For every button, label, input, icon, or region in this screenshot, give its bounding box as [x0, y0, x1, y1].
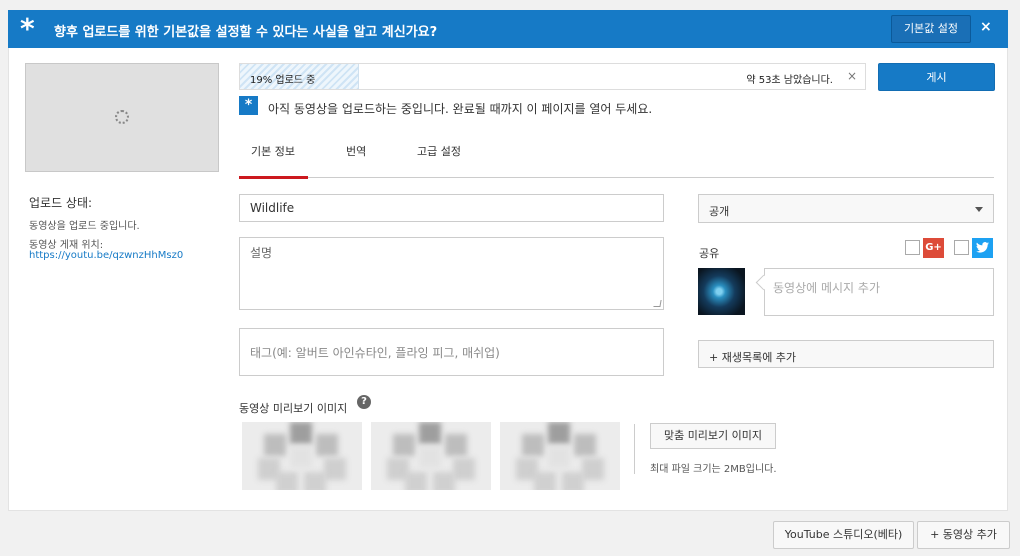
tab-bar: 기본 정보 번역 고급 설정	[239, 128, 994, 179]
description-placeholder: 설명	[250, 246, 273, 260]
avatar	[698, 268, 745, 315]
tab-translation[interactable]: 번역	[346, 143, 366, 159]
asterisk-icon: *	[20, 12, 35, 45]
thumbnail-blur-block	[316, 434, 338, 456]
video-thumbnail-placeholder	[25, 63, 219, 172]
thumbnail-blur-block	[393, 434, 415, 456]
thumbnail-blur-block	[290, 446, 312, 468]
thumbnail-blur-block	[290, 422, 312, 444]
google-plus-icon: G+	[923, 238, 944, 258]
add-video-button[interactable]: + 동영상 추가	[917, 521, 1010, 549]
progress-label: 19% 업로드 중	[250, 75, 316, 86]
help-icon[interactable]: ?	[357, 395, 371, 409]
thumbnail-blur-block	[548, 422, 570, 444]
thumbnail-blur-block	[276, 472, 298, 490]
custom-thumbnail-button[interactable]: 맞춤 미리보기 이미지	[650, 423, 776, 449]
thumbnail-blur-block	[324, 458, 346, 480]
title-input[interactable]: Wildlife	[239, 194, 664, 222]
loading-spinner-icon	[115, 110, 129, 124]
tags-input[interactable]: 태그(예: 알버트 아인슈타인, 플라잉 피그, 매쉬업)	[239, 328, 664, 376]
thumbnail-blur-block	[304, 472, 326, 490]
chevron-down-icon	[975, 207, 983, 212]
upload-card: 업로드 상태: 동영상을 업로드 중입니다. 동영상 게재 위치: https:…	[8, 48, 1008, 511]
info-banner: * 향후 업로드를 위한 기본값을 설정할 수 있다는 사실을 알고 계신가요?…	[8, 10, 1008, 48]
thumbnail-blur-block	[548, 446, 570, 468]
thumbnail-blur-block	[534, 472, 556, 490]
privacy-value: 공개	[709, 205, 730, 218]
twitter-icon	[972, 238, 993, 258]
gplus-share-checkbox[interactable]	[905, 240, 920, 255]
upload-progress-bar: 19% 업로드 중 약 53초 남았습니다. ×	[239, 63, 866, 90]
banner-message: 향후 업로드를 위한 기본값을 설정할 수 있다는 사실을 알고 계신가요?	[54, 25, 438, 40]
publish-button[interactable]: 게시	[878, 63, 995, 91]
thumbnail-blur-block	[264, 434, 286, 456]
divider	[634, 424, 635, 474]
thumbnail-blur-block	[419, 446, 441, 468]
thumbnail-option-1[interactable]	[242, 422, 362, 490]
close-icon[interactable]: ×	[980, 19, 992, 35]
cancel-upload-icon[interactable]: ×	[847, 69, 857, 83]
time-remaining: 약 53초 남았습니다.	[746, 75, 833, 86]
video-location-label: 동영상 게재 위치:	[29, 240, 104, 251]
youtube-studio-button[interactable]: YouTube 스튜디오(베타)	[773, 521, 914, 549]
tab-advanced-settings[interactable]: 고급 설정	[417, 143, 461, 159]
star-icon: *	[239, 96, 258, 115]
add-to-playlist-button[interactable]: + 재생목록에 추가	[698, 340, 994, 368]
thumbnail-blur-block	[433, 472, 455, 490]
set-defaults-button[interactable]: 기본값 설정	[891, 15, 971, 43]
twitter-share-checkbox[interactable]	[954, 240, 969, 255]
max-file-size-text: 최대 파일 크기는 2MB입니다.	[650, 464, 777, 475]
thumbnail-blur-block	[405, 472, 427, 490]
video-url-link[interactable]: https://youtu.be/qzwnzHhMsz0	[29, 250, 183, 261]
thumbnail-blur-block	[582, 458, 604, 480]
upload-status-text: 동영상을 업로드 중입니다.	[29, 221, 140, 232]
upload-status-title: 업로드 상태:	[29, 196, 93, 210]
thumbnail-blur-block	[419, 422, 441, 444]
share-label: 공유	[699, 247, 720, 260]
thumbnails-label: 동영상 미리보기 이미지	[239, 402, 348, 415]
share-message-input[interactable]: 동영상에 메시지 추가	[764, 268, 994, 316]
upload-notice: 아직 동영상을 업로드하는 중입니다. 완료될 때까지 이 페이지를 열어 두세…	[268, 102, 653, 116]
thumbnail-option-2[interactable]	[371, 422, 491, 490]
resize-handle-icon[interactable]	[653, 300, 662, 307]
thumbnail-blur-block	[453, 458, 475, 480]
description-input[interactable]: 설명	[239, 237, 664, 310]
thumbnail-option-3[interactable]	[500, 422, 620, 490]
privacy-select[interactable]: 공개	[698, 194, 994, 223]
thumbnail-blur-block	[522, 434, 544, 456]
thumbnail-blur-block	[445, 434, 467, 456]
thumbnail-blur-block	[562, 472, 584, 490]
tab-basic-info[interactable]: 기본 정보	[239, 143, 308, 179]
thumbnail-blur-block	[574, 434, 596, 456]
